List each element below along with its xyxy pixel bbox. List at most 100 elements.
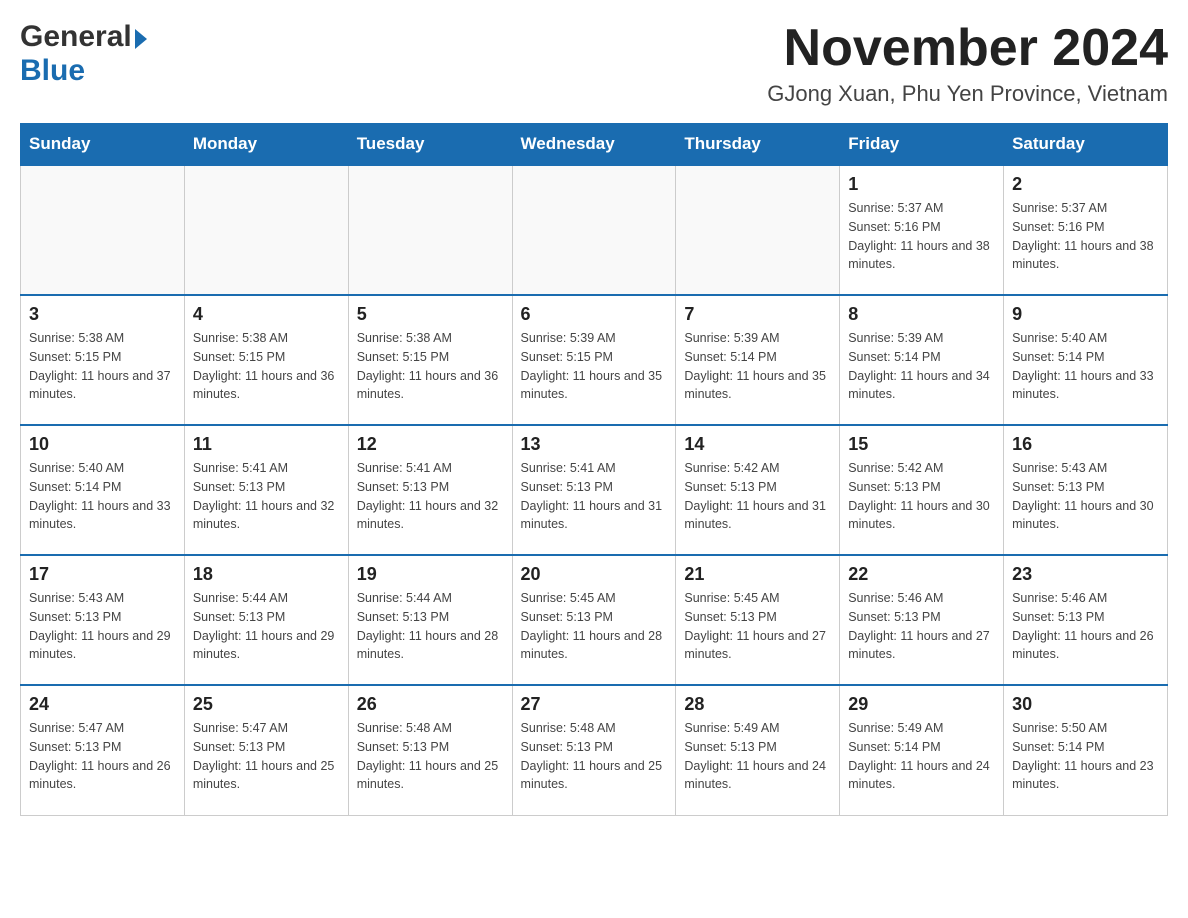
calendar-cell: 14Sunrise: 5:42 AM Sunset: 5:13 PM Dayli… <box>676 425 840 555</box>
day-number: 18 <box>193 564 340 585</box>
day-info: Sunrise: 5:38 AM Sunset: 5:15 PM Dayligh… <box>193 329 340 404</box>
calendar-cell: 7 Sunrise: 5:39 AM Sunset: 5:14 PM Daylig… <box>676 295 840 425</box>
day-number: 23 <box>1012 564 1159 585</box>
header-cell-sunday: Sunday <box>21 124 185 166</box>
header-cell-tuesday: Tuesday <box>348 124 512 166</box>
calendar-cell <box>512 165 676 295</box>
logo: General Blue <box>20 20 147 88</box>
calendar-table: SundayMondayTuesdayWednesdayThursdayFrid… <box>20 123 1168 816</box>
header-cell-friday: Friday <box>840 124 1004 166</box>
title-area: November 2024 GJong Xuan, Phu Yen Provin… <box>767 20 1168 107</box>
day-number: 16 <box>1012 434 1159 455</box>
day-info: Sunrise: 5:38 AM Sunset: 5:15 PM Dayligh… <box>357 329 504 404</box>
month-title: November 2024 <box>767 20 1168 77</box>
calendar-cell <box>348 165 512 295</box>
calendar-cell: 27 Sunrise: 5:48 AM Sunset: 5:13 PM Dayli… <box>512 685 676 815</box>
day-info: Sunrise: 5:44 AM Sunset: 5:13 PM Dayligh… <box>357 589 504 664</box>
day-info: Sunrise: 5:37 AM Sunset: 5:16 PM Dayligh… <box>1012 199 1159 274</box>
day-info: Sunrise: 5:49 AM Sunset: 5:13 PM Dayligh… <box>684 719 831 794</box>
calendar-cell: 16 Sunrise: 5:43 AM Sunset: 5:13 PM Dayli… <box>1004 425 1168 555</box>
calendar-cell <box>184 165 348 295</box>
day-info: Sunrise: 5:46 AM Sunset: 5:13 PM Dayligh… <box>1012 589 1159 664</box>
calendar-cell: 5 Sunrise: 5:38 AM Sunset: 5:15 PM Daylig… <box>348 295 512 425</box>
calendar-cell: 17 Sunrise: 5:43 AM Sunset: 5:13 PM Dayli… <box>21 555 185 685</box>
day-info: Sunrise: 5:44 AM Sunset: 5:13 PM Dayligh… <box>193 589 340 664</box>
day-info: Sunrise: 5:46 AM Sunset: 5:13 PM Dayligh… <box>848 589 995 664</box>
calendar-cell: 28 Sunrise: 5:49 AM Sunset: 5:13 PM Dayli… <box>676 685 840 815</box>
day-number: 19 <box>357 564 504 585</box>
day-number: 24 <box>29 694 176 715</box>
header-cell-thursday: Thursday <box>676 124 840 166</box>
page-header: General Blue November 2024 GJong Xuan, P… <box>20 20 1168 107</box>
day-number: 17 <box>29 564 176 585</box>
day-number: 21 <box>684 564 831 585</box>
calendar-cell: 3 Sunrise: 5:38 AM Sunset: 5:15 PM Daylig… <box>21 295 185 425</box>
day-info: Sunrise: 5:48 AM Sunset: 5:13 PM Dayligh… <box>357 719 504 794</box>
calendar-cell: 29 Sunrise: 5:49 AM Sunset: 5:14 PM Dayli… <box>840 685 1004 815</box>
calendar-cell: 25Sunrise: 5:47 AM Sunset: 5:13 PM Dayli… <box>184 685 348 815</box>
calendar-cell: 12 Sunrise: 5:41 AM Sunset: 5:13 PM Dayli… <box>348 425 512 555</box>
calendar-cell: 8Sunrise: 5:39 AM Sunset: 5:14 PM Daylig… <box>840 295 1004 425</box>
calendar-cell <box>676 165 840 295</box>
day-number: 13 <box>521 434 668 455</box>
week-row-3: 17 Sunrise: 5:43 AM Sunset: 5:13 PM Dayli… <box>21 555 1168 685</box>
day-number: 3 <box>29 304 176 325</box>
calendar-body: 1 Sunrise: 5:37 AM Sunset: 5:16 PM Daylig… <box>21 165 1168 815</box>
day-number: 15 <box>848 434 995 455</box>
header-cell-saturday: Saturday <box>1004 124 1168 166</box>
header-cell-wednesday: Wednesday <box>512 124 676 166</box>
day-number: 28 <box>684 694 831 715</box>
calendar-header: SundayMondayTuesdayWednesdayThursdayFrid… <box>21 124 1168 166</box>
day-info: Sunrise: 5:43 AM Sunset: 5:13 PM Dayligh… <box>29 589 176 664</box>
day-number: 29 <box>848 694 995 715</box>
calendar-cell: 18 Sunrise: 5:44 AM Sunset: 5:13 PM Dayli… <box>184 555 348 685</box>
day-info: Sunrise: 5:37 AM Sunset: 5:16 PM Dayligh… <box>848 199 995 274</box>
day-number: 27 <box>521 694 668 715</box>
header-row: SundayMondayTuesdayWednesdayThursdayFrid… <box>21 124 1168 166</box>
day-number: 4 <box>193 304 340 325</box>
day-info: Sunrise: 5:42 AM Sunset: 5:13 PM Dayligh… <box>684 459 831 534</box>
logo-general-text: General <box>20 20 132 54</box>
day-info: Sunrise: 5:45 AM Sunset: 5:13 PM Dayligh… <box>521 589 668 664</box>
day-info: Sunrise: 5:40 AM Sunset: 5:14 PM Dayligh… <box>1012 329 1159 404</box>
day-info: Sunrise: 5:48 AM Sunset: 5:13 PM Dayligh… <box>521 719 668 794</box>
day-info: Sunrise: 5:49 AM Sunset: 5:14 PM Dayligh… <box>848 719 995 794</box>
calendar-cell: 11Sunrise: 5:41 AM Sunset: 5:13 PM Dayli… <box>184 425 348 555</box>
calendar-cell: 19 Sunrise: 5:44 AM Sunset: 5:13 PM Dayli… <box>348 555 512 685</box>
day-info: Sunrise: 5:41 AM Sunset: 5:13 PM Dayligh… <box>521 459 668 534</box>
day-number: 5 <box>357 304 504 325</box>
day-info: Sunrise: 5:47 AM Sunset: 5:13 PM Dayligh… <box>29 719 176 794</box>
day-info: Sunrise: 5:45 AM Sunset: 5:13 PM Dayligh… <box>684 589 831 664</box>
day-info: Sunrise: 5:47 AM Sunset: 5:13 PM Dayligh… <box>193 719 340 794</box>
calendar-cell: 21 Sunrise: 5:45 AM Sunset: 5:13 PM Dayli… <box>676 555 840 685</box>
day-number: 20 <box>521 564 668 585</box>
day-info: Sunrise: 5:43 AM Sunset: 5:13 PM Dayligh… <box>1012 459 1159 534</box>
calendar-cell: 26Sunrise: 5:48 AM Sunset: 5:13 PM Dayli… <box>348 685 512 815</box>
day-number: 9 <box>1012 304 1159 325</box>
location-subtitle: GJong Xuan, Phu Yen Province, Vietnam <box>767 81 1168 107</box>
calendar-cell: 20 Sunrise: 5:45 AM Sunset: 5:13 PM Dayli… <box>512 555 676 685</box>
calendar-cell: 6Sunrise: 5:39 AM Sunset: 5:15 PM Daylig… <box>512 295 676 425</box>
calendar-cell: 13 Sunrise: 5:41 AM Sunset: 5:13 PM Dayli… <box>512 425 676 555</box>
day-number: 11 <box>193 434 340 455</box>
day-number: 1 <box>848 174 995 195</box>
day-number: 2 <box>1012 174 1159 195</box>
day-number: 12 <box>357 434 504 455</box>
week-row-0: 1 Sunrise: 5:37 AM Sunset: 5:16 PM Daylig… <box>21 165 1168 295</box>
calendar-cell: 30 Sunrise: 5:50 AM Sunset: 5:14 PM Dayli… <box>1004 685 1168 815</box>
calendar-cell: 1 Sunrise: 5:37 AM Sunset: 5:16 PM Daylig… <box>840 165 1004 295</box>
week-row-4: 24 Sunrise: 5:47 AM Sunset: 5:13 PM Dayli… <box>21 685 1168 815</box>
calendar-cell: 24 Sunrise: 5:47 AM Sunset: 5:13 PM Dayli… <box>21 685 185 815</box>
day-number: 7 <box>684 304 831 325</box>
day-info: Sunrise: 5:50 AM Sunset: 5:14 PM Dayligh… <box>1012 719 1159 794</box>
day-info: Sunrise: 5:39 AM Sunset: 5:14 PM Dayligh… <box>684 329 831 404</box>
day-number: 30 <box>1012 694 1159 715</box>
day-info: Sunrise: 5:40 AM Sunset: 5:14 PM Dayligh… <box>29 459 176 534</box>
logo-triangle-icon <box>135 29 147 49</box>
calendar-cell: 9 Sunrise: 5:40 AM Sunset: 5:14 PM Daylig… <box>1004 295 1168 425</box>
calendar-cell: 10Sunrise: 5:40 AM Sunset: 5:14 PM Dayli… <box>21 425 185 555</box>
day-info: Sunrise: 5:39 AM Sunset: 5:15 PM Dayligh… <box>521 329 668 404</box>
day-info: Sunrise: 5:41 AM Sunset: 5:13 PM Dayligh… <box>357 459 504 534</box>
day-info: Sunrise: 5:39 AM Sunset: 5:14 PM Dayligh… <box>848 329 995 404</box>
day-info: Sunrise: 5:38 AM Sunset: 5:15 PM Dayligh… <box>29 329 176 404</box>
